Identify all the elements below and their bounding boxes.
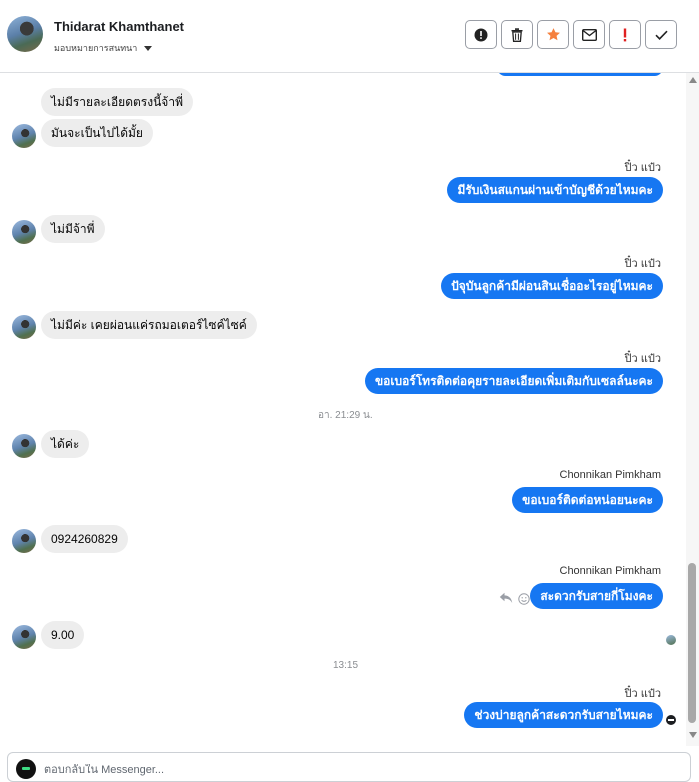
message-sender-name: Chonnikan Pimkham [559,469,662,481]
action-toolbar [465,20,677,49]
time-separator: อา. 21:29 น. [318,410,373,421]
incoming-message: ไม่มีค่ะ เคยผ่อนแค่รถมอเตอร์ไซค์ไซค์ [41,311,257,339]
sender-avatar[interactable] [12,434,36,458]
message-sender-name: Chonnikan Pimkham [559,565,662,577]
check-icon [654,30,668,40]
follow-up-button[interactable] [609,20,641,49]
reply-input[interactable] [44,764,644,776]
sent-status-icon [666,715,676,725]
star-button[interactable] [537,20,569,49]
sender-avatar[interactable] [12,625,36,649]
scroll-down-arrow-icon[interactable] [689,732,697,738]
message-sender-name: ปิ๋ว แป๋ว [624,353,661,365]
scroll-up-arrow-icon[interactable] [689,77,697,83]
star-icon [546,28,560,41]
exclamation-icon [623,28,627,41]
contact-name[interactable]: Thidarat Khamthanet [54,19,184,34]
thread-scrollbar[interactable] [686,73,699,746]
sender-avatar[interactable] [12,220,36,244]
incoming-message: มันจะเป็นไปได้มั้ย [41,119,153,147]
outgoing-message: ขอเบอร์โทรติดต่อคุยรายละเอียดเพิ่มเติมกั… [364,368,663,394]
message-sender-name: ปิ๋ว แป๋ว [624,688,661,700]
incoming-message: ไม่มีรายละเอียดตรงนี้จ้าพี่ [41,88,193,116]
mark-spam-button[interactable] [465,20,497,49]
message-sender-name: ปิ๋ว แป๋ว [624,258,661,270]
outgoing-message: มีรับเงินสแกนผ่านเข้าบัญชีด้วยไหมคะ [447,177,663,203]
incoming-message: ได้ค่ะ [41,430,90,458]
outgoing-message: ปัจุบันลูกค้ามีผ่อนสินเชื่ออะไรอยู่ไหมคะ [441,273,663,299]
time-separator: 13:15 [333,660,359,671]
incoming-message: ไม่มีจ้าพี่ [41,215,105,243]
message-sender-name: ปิ๋ว แป๋ว [624,162,661,174]
outgoing-message: ขอเบอร์ติดต่อหน่อยนะคะ [512,487,663,513]
contact-avatar[interactable] [7,16,43,52]
react-icon[interactable] [518,593,530,605]
sender-avatar[interactable] [12,124,36,148]
conversation-header: Thidarat Khamthanet มอบหมายการสนทนา [0,0,699,73]
sender-avatar[interactable] [12,529,36,553]
incoming-message: 9.00 [41,621,85,649]
seen-indicator-avatar [666,635,676,645]
outgoing-message: สะดวกรับสายกี่โมงคะ [530,583,663,609]
envelope-icon [581,28,597,41]
incoming-message: 0924260829 [41,525,128,553]
trash-icon [511,27,523,42]
previous-outgoing-bubble [497,73,663,76]
delete-button[interactable] [501,20,533,49]
scrollbar-thumb[interactable] [688,563,696,723]
mark-done-button[interactable] [645,20,677,49]
page-avatar [16,759,36,779]
message-thread[interactable]: ไม่มีรายละเอียดตรงนี้จ้าพี่ มันจะเป็นไปไ… [0,73,686,746]
reply-composer[interactable] [7,752,691,782]
assign-label: มอบหมายการสนทนา [54,43,138,53]
sender-avatar[interactable] [12,315,36,339]
reply-icon[interactable] [499,592,513,604]
mark-unread-button[interactable] [573,20,605,49]
caret-down-icon [144,45,153,51]
assign-conversation-dropdown[interactable]: มอบหมายการสนทนา [54,41,153,55]
outgoing-message: ช่วงบ่ายลูกค้าสะดวกรับสายไหมคะ [464,702,663,728]
alert-circle-icon [474,28,488,41]
